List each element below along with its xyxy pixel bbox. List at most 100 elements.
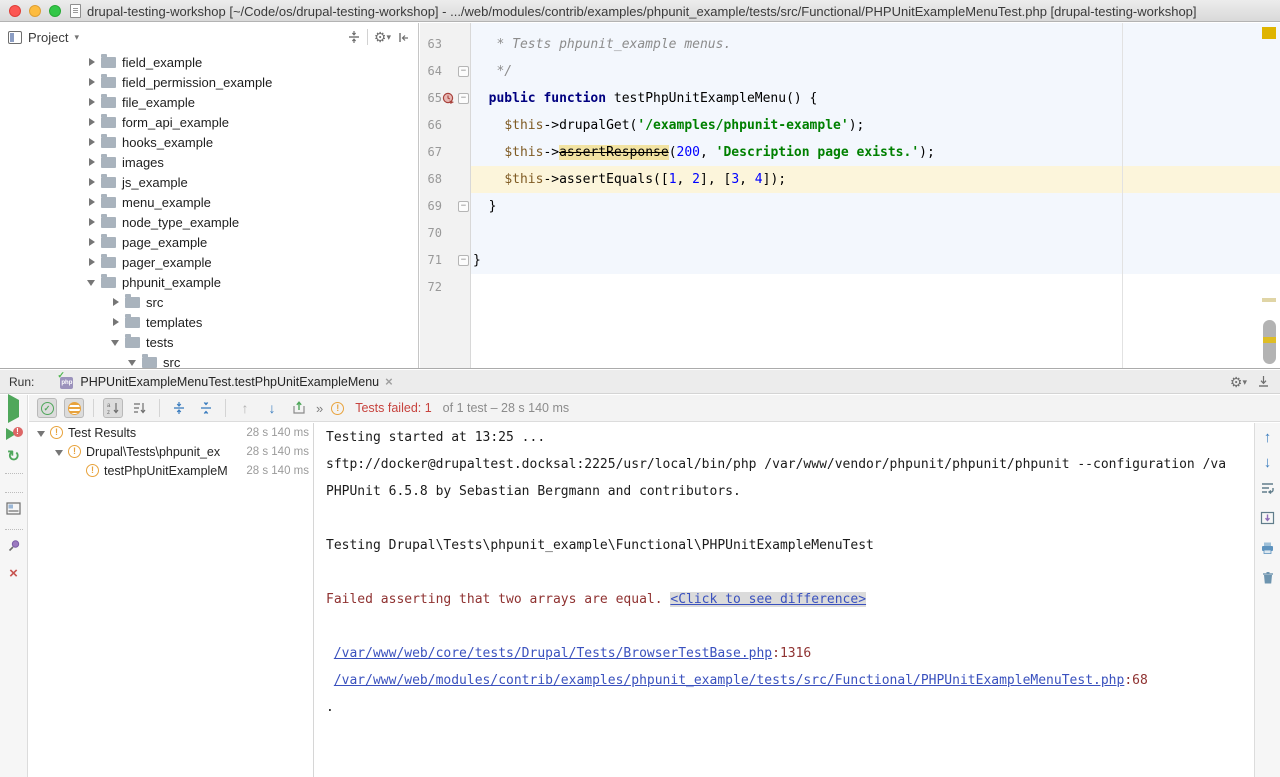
clear-all-icon[interactable] — [1261, 571, 1275, 590]
soft-wrap-toggle[interactable] — [1260, 481, 1275, 500]
close-run-panel-button[interactable]: × — [9, 567, 18, 581]
hide-panel-icon[interactable] — [397, 31, 410, 44]
pin-tab-button[interactable] — [7, 539, 21, 558]
test-failed-badge-icon: ! — [68, 445, 81, 458]
chevron-right-icon[interactable] — [86, 97, 98, 107]
test-tree-root-row[interactable]: ! Test Results 28 s 140 ms — [29, 423, 313, 442]
up-the-stacktrace-button[interactable]: ↑ — [1264, 431, 1272, 445]
tree-item-field_permission_example[interactable]: field_permission_example — [0, 72, 417, 92]
code-line-72[interactable]: 72 — [420, 274, 1280, 301]
chevron-down-icon[interactable]: ▾ — [74, 32, 79, 43]
expand-all-button[interactable] — [169, 398, 189, 418]
rerun-tests-button[interactable] — [8, 400, 19, 418]
tree-item-tests[interactable]: tests — [0, 332, 417, 352]
chevron-right-icon[interactable] — [86, 117, 98, 127]
code-line-69[interactable]: 69− } — [420, 193, 1280, 220]
settings-gear-icon[interactable]: ⚙▾ — [1230, 375, 1247, 389]
run-configuration-tab[interactable]: ✓php PHPUnitExampleMenuTest.testPhpUnitE… — [52, 370, 398, 394]
project-panel-header: Project ▾ ⚙▾ — [0, 23, 418, 51]
chevron-down-icon[interactable] — [127, 357, 139, 367]
tree-item-form_api_example[interactable]: form_api_example — [0, 112, 417, 132]
hide-panel-icon[interactable] — [1257, 375, 1270, 388]
test-tree-class-row[interactable]: ! Drupal\Tests\phpunit_ex 28 s 140 ms — [29, 442, 313, 461]
rerun-failed-tests-button[interactable]: ! — [6, 427, 22, 441]
tree-item-hooks_example[interactable]: hooks_example — [0, 132, 417, 152]
show-ignored-toggle[interactable] — [64, 398, 84, 418]
code-line-63[interactable]: 63 * Tests phpunit_example menus. — [420, 31, 1280, 58]
window-title: drupal-testing-workshop [~/Code/os/drupa… — [87, 4, 1197, 19]
chevron-right-icon[interactable] — [86, 157, 98, 167]
fold-marker-icon[interactable]: − — [458, 201, 469, 212]
editor-empty-area[interactable] — [420, 301, 1280, 368]
code-line-71[interactable]: 71− } — [420, 247, 1280, 274]
tree-item-js_example[interactable]: js_example — [0, 172, 417, 192]
test-tree-method-row[interactable]: ! testPhpUnitExampleM 28 s 140 ms — [29, 461, 313, 480]
document-icon — [70, 4, 81, 18]
tree-item-file_example[interactable]: file_example — [0, 92, 417, 112]
warning-stripe-mark[interactable] — [1262, 298, 1276, 302]
more-actions-chevrons-icon[interactable]: » — [316, 401, 324, 416]
collapse-all-icon[interactable] — [347, 30, 361, 44]
test-failed-gutter-icon[interactable] — [442, 92, 455, 110]
close-window-button[interactable] — [9, 5, 21, 17]
editor-scrollbar-thumb[interactable] — [1263, 320, 1276, 364]
next-failed-test-button[interactable]: ↓ — [262, 398, 282, 418]
code-line-67[interactable]: 67 $this->assertResponse(200, 'Descripti… — [420, 139, 1280, 166]
test-console-output[interactable]: Testing started at 13:25 ... sftp://dock… — [315, 423, 1253, 777]
tree-item-src[interactable]: src — [0, 292, 417, 312]
export-test-results-button[interactable] — [289, 398, 309, 418]
tree-item-field_example[interactable]: field_example — [0, 52, 417, 72]
collapse-all-button[interactable] — [196, 398, 216, 418]
close-tab-icon[interactable]: × — [385, 376, 393, 388]
restore-layout-button[interactable] — [6, 502, 21, 520]
chevron-right-icon[interactable] — [110, 317, 122, 327]
code-line-66[interactable]: 66 $this->drupalGet('/examples/phpunit-e… — [420, 112, 1280, 139]
tree-item-phpunit_example[interactable]: phpunit_example — [0, 272, 417, 292]
chevron-down-icon[interactable] — [36, 428, 48, 438]
chevron-right-icon[interactable] — [86, 137, 98, 147]
chevron-right-icon[interactable] — [110, 297, 122, 307]
chevron-right-icon[interactable] — [86, 57, 98, 67]
settings-gear-icon[interactable]: ⚙▾ — [374, 30, 391, 44]
show-passed-toggle[interactable]: ✓ — [37, 398, 57, 418]
sort-alphabetically-toggle[interactable]: az — [103, 398, 123, 418]
chevron-right-icon[interactable] — [86, 197, 98, 207]
stacktrace-file-link[interactable]: /var/www/web/core/tests/Drupal/Tests/Bro… — [334, 646, 772, 661]
previous-failed-test-button[interactable]: ↑ — [235, 398, 255, 418]
print-icon[interactable] — [1260, 541, 1275, 560]
zoom-window-button[interactable] — [49, 5, 61, 17]
down-the-stacktrace-button[interactable]: ↓ — [1264, 456, 1272, 470]
stacktrace-file-link[interactable]: /var/www/web/modules/contrib/examples/ph… — [334, 673, 1125, 688]
file-status-indicator[interactable] — [1262, 27, 1276, 39]
chevron-right-icon[interactable] — [86, 257, 98, 267]
chevron-right-icon[interactable] — [86, 77, 98, 87]
chevron-right-icon[interactable] — [86, 177, 98, 187]
code-line-65[interactable]: 65 − public function testPhpUnitExampleM… — [420, 85, 1280, 112]
chevron-down-icon[interactable] — [110, 337, 122, 347]
tree-item-menu_example[interactable]: menu_example — [0, 192, 417, 212]
tree-item-templates[interactable]: templates — [0, 312, 417, 332]
tree-item-pager_example[interactable]: pager_example — [0, 252, 417, 272]
tree-item-node_type_example[interactable]: node_type_example — [0, 212, 417, 232]
chevron-down-icon[interactable] — [54, 447, 66, 457]
chevron-down-icon[interactable] — [86, 277, 98, 287]
fold-marker-icon[interactable]: − — [458, 93, 469, 104]
code-editor[interactable]: 63 * Tests phpunit_example menus. 64− */… — [420, 23, 1280, 368]
folder-icon — [101, 237, 116, 248]
minimize-window-button[interactable] — [29, 5, 41, 17]
tree-item-tests-src[interactable]: src — [0, 352, 417, 368]
scroll-to-end-button[interactable] — [1260, 511, 1275, 530]
code-line-70[interactable]: 70 — [420, 220, 1280, 247]
see-difference-link[interactable]: <Click to see difference> — [670, 592, 866, 607]
sort-by-duration-button[interactable] — [130, 398, 150, 418]
chevron-right-icon[interactable] — [86, 237, 98, 247]
fold-marker-icon[interactable]: − — [458, 255, 469, 266]
tree-item-images[interactable]: images — [0, 152, 417, 172]
fold-marker-icon[interactable]: − — [458, 66, 469, 77]
tree-item-page_example[interactable]: page_example — [0, 232, 417, 252]
toggle-auto-test-button[interactable]: ↻ — [7, 450, 20, 464]
project-panel-title[interactable]: Project — [28, 30, 68, 45]
code-line-64[interactable]: 64− */ — [420, 58, 1280, 85]
chevron-right-icon[interactable] — [86, 217, 98, 227]
code-line-68-current[interactable]: 68 $this->assertEquals([1, 2], [3, 4]); — [420, 166, 1280, 193]
